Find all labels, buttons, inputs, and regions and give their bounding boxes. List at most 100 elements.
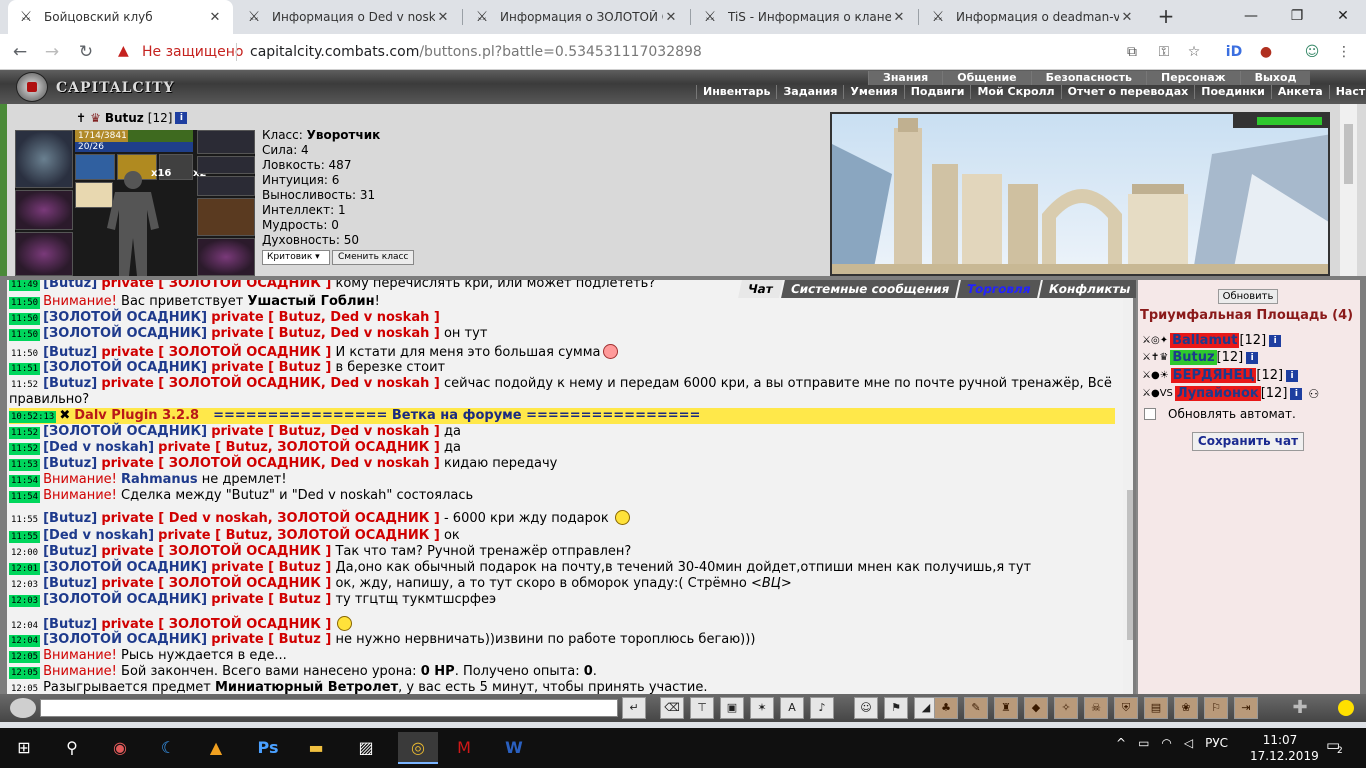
maximize-button[interactable]: ❐	[1274, 0, 1320, 34]
sender-name[interactable]: [Butuz]	[43, 280, 97, 291]
ring-slots[interactable]	[197, 156, 255, 174]
gloves-slot[interactable]	[197, 198, 255, 236]
item-name[interactable]: Миниатюрный Ветролет	[215, 680, 398, 694]
smiley-icon[interactable]: ☺	[854, 697, 878, 719]
scroll-thumb[interactable]	[1344, 124, 1353, 184]
app-icon[interactable]: ▨	[346, 732, 386, 764]
sender-name[interactable]: [ЗОЛОТОЙ ОСАДНИК]	[43, 326, 207, 341]
info-icon[interactable]: i	[175, 112, 188, 124]
info-icon[interactable]: i	[1269, 334, 1282, 347]
app-icon[interactable]: ▲	[196, 732, 236, 764]
tab-system-messages[interactable]: Системные сообщения	[780, 280, 960, 298]
private-recipients[interactable]: private [ Butuz ]	[211, 592, 331, 607]
menu-achievements[interactable]: Подвиги	[903, 85, 971, 99]
app-icon[interactable]: ☾	[148, 732, 188, 764]
menu-exit[interactable]: Выход	[1239, 71, 1311, 85]
menu-skills[interactable]: Умения	[843, 85, 903, 99]
menu-my-scroll[interactable]: Мой Скролл	[970, 85, 1060, 99]
amulet-slot[interactable]	[197, 130, 255, 154]
timestamp[interactable]: 12:05	[9, 667, 41, 679]
timestamp[interactable]: 11:51	[9, 363, 41, 375]
scroll-thumb[interactable]	[1127, 490, 1133, 640]
online-status-indicator[interactable]	[1338, 700, 1354, 716]
puzzle-icon[interactable]: ✚	[1288, 696, 1312, 720]
scroll-icon[interactable]: ✎	[964, 697, 988, 719]
sender-name[interactable]: [ЗОЛОТОЙ ОСАДНИК]	[43, 592, 207, 607]
clear-chat-icon[interactable]: ⌫	[660, 697, 684, 719]
private-recipients[interactable]: private [ ЗОЛОТОЙ ОСАДНИК ]	[101, 617, 331, 632]
warning-icon[interactable]: ▲	[118, 43, 129, 59]
extension-record-icon[interactable]: ●	[1256, 42, 1276, 62]
class-select[interactable]: Критовик ▾	[262, 250, 330, 265]
tab-clan-info[interactable]: ⚔ TiS - Информация о клане ✕	[692, 0, 917, 34]
sender-name[interactable]: [Ded v noskah]	[43, 528, 154, 543]
extension-id-icon[interactable]: iD	[1224, 42, 1244, 62]
new-tab-button[interactable]: +	[1154, 5, 1178, 29]
timestamp[interactable]: 12:05	[9, 683, 40, 694]
reload-icon[interactable]: ↻	[72, 38, 100, 66]
menu-inventory[interactable]: Инвентарь	[696, 85, 776, 99]
file-explorer-icon[interactable]: ▬	[296, 732, 336, 764]
volume-icon[interactable]: ◁	[1184, 736, 1193, 750]
tab-info-zolotoy[interactable]: ⚔ Информация о ЗОЛОТОЙ ОС ✕	[464, 0, 689, 34]
vertical-scrollbar[interactable]	[1340, 104, 1357, 276]
boots-slot[interactable]	[197, 238, 255, 276]
private-recipients[interactable]: private [ Butuz ]	[211, 360, 331, 375]
menu-security[interactable]: Безопасность	[1030, 71, 1146, 85]
sender-name[interactable]: [ЗОЛОТОЙ ОСАДНИК]	[43, 360, 207, 375]
offhand-slot[interactable]	[15, 232, 73, 276]
sender-name[interactable]: [ЗОЛОТОЙ ОСАДНИК]	[43, 310, 207, 325]
close-icon[interactable]: ✖	[59, 408, 70, 423]
chat-input[interactable]	[40, 699, 618, 717]
player-name[interactable]: Ballamut	[1170, 333, 1240, 348]
chrome-icon[interactable]: ◎	[398, 732, 438, 764]
fight-icon[interactable]: ✶	[750, 697, 774, 719]
address-bar[interactable]: capitalcity.combats.com/buttons.pl?battl…	[250, 44, 702, 60]
network-icon[interactable]: ▭	[1138, 736, 1149, 750]
sender-name[interactable]: [ЗОЛОТОЙ ОСАДНИК]	[43, 424, 207, 439]
timestamp[interactable]: 11:55	[9, 514, 40, 526]
send-message-icon[interactable]: ↵	[622, 697, 646, 719]
sender-name[interactable]: [Butuz]	[43, 576, 97, 591]
close-tab-icon[interactable]: ✕	[1119, 10, 1135, 25]
browser-menu-icon[interactable]: ⋮	[1334, 42, 1354, 62]
room-title[interactable]: Триумфальная Площадь (4)	[1140, 308, 1353, 323]
private-recipients[interactable]: private [ Butuz, ЗОЛОТОЙ ОСАДНИК ]	[158, 528, 440, 543]
close-tab-icon[interactable]: ✕	[435, 10, 451, 25]
paw-icon[interactable]: ❀	[1174, 697, 1198, 719]
character-name[interactable]: Butuz	[105, 111, 144, 125]
timestamp[interactable]: 10:52:13	[9, 411, 57, 423]
change-class-button[interactable]: Сменить класс	[332, 250, 415, 265]
private-recipients[interactable]: private [ Butuz, Ded v noskah ]	[211, 424, 440, 439]
sender-name[interactable]: [Ded v noskah]	[43, 440, 154, 455]
private-recipients[interactable]: private [ Butuz, ЗОЛОТОЙ ОСАДНИК ]	[158, 440, 440, 455]
info-icon[interactable]: i	[1290, 387, 1303, 400]
menu-transfer-report[interactable]: Отчет о переводах	[1060, 85, 1195, 99]
close-tab-icon[interactable]: ✕	[891, 10, 907, 25]
mcafee-icon[interactable]: M	[444, 732, 484, 764]
chevron-up-icon[interactable]: ^	[1116, 736, 1126, 750]
extension-puzzle-icon[interactable]: ⧉	[1122, 42, 1142, 62]
timestamp[interactable]: 12:01	[9, 563, 41, 575]
forum-thread-link[interactable]: ================ Ветка на форуме =======…	[213, 408, 700, 423]
clock[interactable]: 11:07 17.12.2019	[1250, 732, 1319, 764]
close-tab-icon[interactable]: ✕	[207, 10, 223, 25]
sender-name[interactable]: [Butuz]	[43, 456, 97, 471]
font-size-icon[interactable]: A	[780, 697, 804, 719]
menu-quests[interactable]: Задания	[776, 85, 843, 99]
bag-icon[interactable]: ♣	[934, 697, 958, 719]
timestamp[interactable]: 12:05	[9, 651, 41, 663]
private-recipients[interactable]: private [ Butuz ]	[211, 632, 331, 647]
timestamp[interactable]: 11:50	[9, 297, 41, 309]
sender-name[interactable]: [Butuz]	[43, 544, 97, 559]
sender-name[interactable]: [Butuz]	[43, 345, 97, 360]
timestamp[interactable]: 11:50	[9, 313, 41, 325]
location-image[interactable]	[830, 112, 1330, 276]
menu-settings[interactable]: Настройки	[1328, 85, 1366, 99]
timestamp[interactable]: 11:54	[9, 475, 41, 487]
exit-icon[interactable]: ⇥	[1234, 697, 1258, 719]
private-recipients[interactable]: private [ ЗОЛОТОЙ ОСАДНИК, Ded v noskah …	[101, 376, 440, 391]
word-icon[interactable]: W	[494, 732, 534, 764]
skull-icon[interactable]: ☠	[1084, 697, 1108, 719]
chat-scrollbar[interactable]	[1123, 280, 1133, 694]
